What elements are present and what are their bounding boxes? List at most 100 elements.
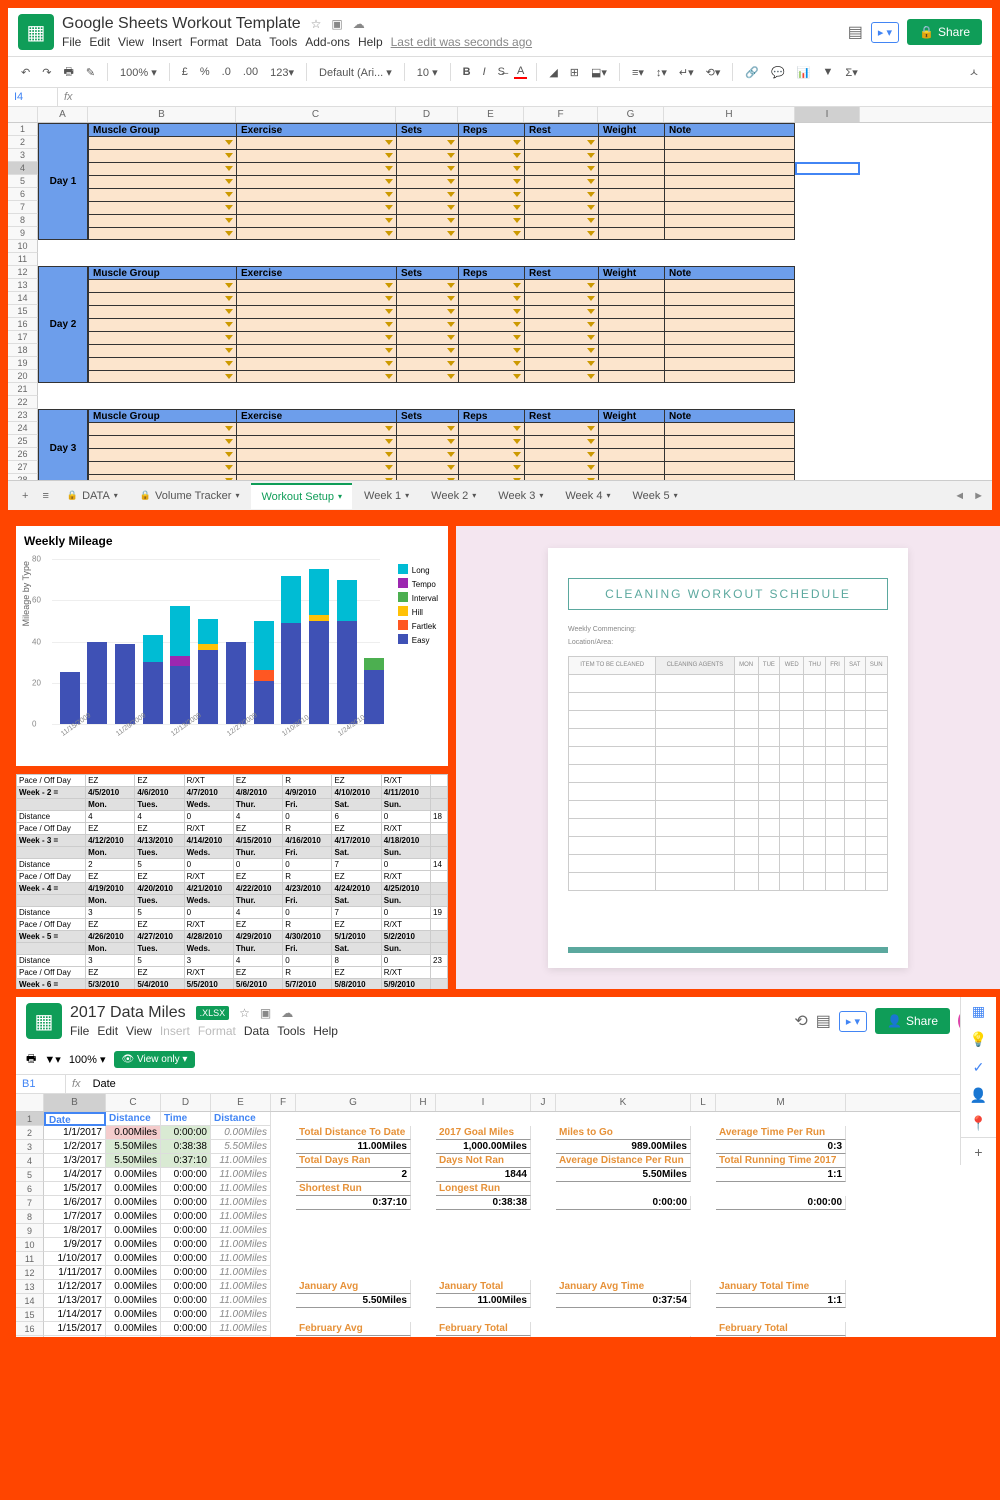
menu-data[interactable]: Data	[244, 1024, 269, 1038]
table-cell[interactable]: R/XT	[184, 823, 233, 835]
table-cell[interactable]: Thur.	[233, 895, 282, 907]
menu-format[interactable]: Format	[190, 35, 228, 49]
table-cell[interactable]: EZ	[86, 823, 135, 835]
table-cell[interactable]: EZ	[233, 823, 282, 835]
table-cell[interactable]	[431, 943, 448, 955]
stat-value[interactable]: 0:37:54	[556, 1294, 691, 1308]
data-cell[interactable]	[88, 305, 236, 318]
table-cell[interactable]	[844, 818, 865, 836]
table-cell[interactable]: Tues.	[135, 847, 184, 859]
table-cell[interactable]	[17, 895, 86, 907]
data-cell[interactable]: 0.00Miles	[211, 1126, 271, 1140]
table-cell[interactable]: 14	[431, 859, 448, 871]
data-cell[interactable]	[598, 214, 664, 227]
table-cell[interactable]: 3	[86, 955, 135, 967]
table-cell[interactable]	[844, 764, 865, 782]
table-cell[interactable]	[804, 836, 826, 854]
table-cell[interactable]: 3	[86, 907, 135, 919]
table-cell[interactable]	[734, 746, 758, 764]
table-cell[interactable]: 5/7/2010	[283, 979, 332, 990]
table-cell[interactable]	[569, 710, 656, 728]
table-cell[interactable]	[865, 674, 888, 692]
table-cell[interactable]: EZ	[86, 967, 135, 979]
table-cell[interactable]	[780, 692, 804, 710]
table-cell[interactable]: Sat.	[332, 847, 381, 859]
dec-down-icon[interactable]: .0	[219, 66, 234, 78]
table-cell[interactable]	[826, 764, 845, 782]
menu-data[interactable]: Data	[236, 35, 261, 49]
table-cell[interactable]	[431, 835, 448, 847]
table-cell[interactable]: R/XT	[184, 775, 233, 787]
table-cell[interactable]: Thur.	[233, 799, 282, 811]
table-cell[interactable]: EZ	[135, 823, 184, 835]
table-cell[interactable]	[804, 764, 826, 782]
table-cell[interactable]	[780, 710, 804, 728]
data-cell[interactable]	[236, 201, 396, 214]
table-cell[interactable]: EZ	[86, 919, 135, 931]
data-cell[interactable]: 0:00:00	[161, 1126, 211, 1140]
data-cell[interactable]: 0.00Miles	[106, 1168, 161, 1182]
table-cell[interactable]	[780, 764, 804, 782]
data-cell[interactable]	[524, 448, 598, 461]
table-cell[interactable]: R/XT	[381, 967, 430, 979]
table-cell[interactable]	[656, 674, 734, 692]
table-cell[interactable]: 4/15/2010	[233, 835, 282, 847]
stat-value[interactable]	[556, 1336, 691, 1337]
format-select[interactable]: 123▾	[267, 66, 297, 79]
table-cell[interactable]	[734, 854, 758, 872]
data-cell[interactable]	[236, 188, 396, 201]
data-cell[interactable]: 0.00Miles	[106, 1182, 161, 1196]
table-cell[interactable]	[656, 746, 734, 764]
table-cell[interactable]	[569, 746, 656, 764]
table-cell[interactable]	[734, 764, 758, 782]
data-cell[interactable]	[396, 279, 458, 292]
table-cell[interactable]	[826, 710, 845, 728]
data-cell[interactable]	[598, 292, 664, 305]
table-cell[interactable]: Pace / Off Day	[17, 871, 86, 883]
data-cell[interactable]	[236, 149, 396, 162]
data-cell[interactable]	[396, 448, 458, 461]
table-cell[interactable]: EZ	[86, 775, 135, 787]
add-icon[interactable]: +	[961, 1137, 996, 1165]
share-button[interactable]: 👤 Share	[875, 1008, 950, 1034]
menu-add-ons[interactable]: Add-ons	[305, 35, 350, 49]
data-cell[interactable]: 1/16/2017	[44, 1336, 106, 1337]
data-cell[interactable]	[598, 227, 664, 240]
sheet-tab[interactable]: 🔒Volume Tracker▾	[130, 484, 250, 508]
table-cell[interactable]: 4/28/2010	[184, 931, 233, 943]
table-cell[interactable]: 4/6/2010	[135, 787, 184, 799]
data-cell[interactable]	[598, 357, 664, 370]
undo-icon[interactable]: ↶	[18, 66, 33, 79]
data-cell[interactable]	[664, 149, 795, 162]
data-cell[interactable]: 1/13/2017	[44, 1294, 106, 1308]
table-cell[interactable]	[804, 782, 826, 800]
data-cell[interactable]	[88, 227, 236, 240]
data-cell[interactable]	[664, 214, 795, 227]
data-cell[interactable]: 11.00Miles	[211, 1210, 271, 1224]
data-cell[interactable]	[524, 149, 598, 162]
data-cell[interactable]: 11.00Miles	[211, 1308, 271, 1322]
view-only-button[interactable]: 👁 View only ▾	[114, 1051, 196, 1068]
table-cell[interactable]: 0	[381, 811, 430, 823]
sheet-tab[interactable]: Week 2▾	[421, 484, 486, 508]
table-cell[interactable]: Tues.	[135, 895, 184, 907]
data-cell[interactable]	[524, 305, 598, 318]
table-cell[interactable]	[569, 818, 656, 836]
data-cell[interactable]	[396, 422, 458, 435]
data-cell[interactable]	[236, 331, 396, 344]
table-cell[interactable]: Fri.	[283, 943, 332, 955]
table-cell[interactable]: 5/4/2010	[135, 979, 184, 990]
table-cell[interactable]: 4/24/2010	[332, 883, 381, 895]
table-cell[interactable]: 4/8/2010	[233, 787, 282, 799]
menu-help[interactable]: Help	[358, 35, 383, 49]
table-cell[interactable]	[656, 872, 734, 890]
zoom-select[interactable]: 100% ▾	[69, 1053, 106, 1066]
table-cell[interactable]: 4	[233, 811, 282, 823]
data-cell[interactable]	[598, 201, 664, 214]
data-cell[interactable]	[396, 292, 458, 305]
data-cell[interactable]: 1/10/2017	[44, 1252, 106, 1266]
keep-icon[interactable]: 💡	[961, 1025, 996, 1053]
data-cell[interactable]	[88, 344, 236, 357]
table-cell[interactable]	[569, 692, 656, 710]
data-cell[interactable]	[458, 162, 524, 175]
